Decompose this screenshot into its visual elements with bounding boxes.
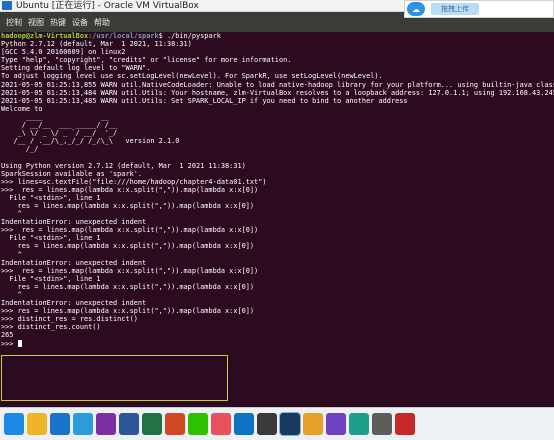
paint-icon[interactable]: [211, 413, 231, 435]
terminal-line: Python 2.7.12 (default, Mar 1 2021, 11:3…: [1, 40, 192, 49]
terminal-line: File "<stdin>", line 1: [1, 274, 101, 283]
terminal-line: _\ \/ _ \/ _ `/ __/ '_/: [1, 129, 118, 138]
terminal-prompt-line: hadoop@zlm-VirtualBox:/usr/local/spark$ …: [1, 32, 554, 40]
terminal-line: res = lines.map(lambda x:x.split(",")).m…: [1, 282, 255, 291]
powerpoint-icon[interactable]: [165, 413, 185, 435]
prompt-path: :/usr/local/spark: [88, 32, 159, 40]
highlight-annotation-box: [1, 355, 228, 401]
prompt-user-host: hadoop@zlm-VirtualBox: [1, 32, 89, 40]
virtualbox-icon[interactable]: [279, 412, 301, 436]
app-icon-14[interactable]: [303, 413, 323, 435]
app-icon-15[interactable]: [326, 413, 346, 435]
drag-upload-button[interactable]: 拖拽上传: [431, 3, 479, 15]
terminal-line: Setting default log level to "WARN".: [1, 64, 151, 73]
windows-taskbar: [0, 407, 554, 440]
terminal-line: /__ / .__/\_,_/_/ /_/\_\ version 2.1.0: [1, 137, 180, 146]
terminal-window[interactable]: hadoop@zlm-VirtualBox:/usr/local/spark$ …: [0, 32, 554, 407]
vscode-icon[interactable]: [234, 413, 254, 435]
terminal-line: >>> distinct_res = res.distinct(): [1, 315, 138, 324]
excel-icon[interactable]: [142, 413, 162, 435]
terminal-line: Using Python version 2.7.12 (default, Ma…: [1, 161, 246, 170]
terminal-line: ^: [1, 210, 22, 219]
prompt-command: $ ./bin/pyspark: [158, 32, 221, 40]
app-icon-18[interactable]: [395, 413, 415, 435]
terminal-line: ^: [1, 291, 22, 299]
terminal-line: 2021-05-05 01:25:13,484 WARN util.Utils:…: [1, 88, 554, 97]
menu-hotkey[interactable]: 热键: [50, 17, 66, 28]
app-icon-16[interactable]: [349, 413, 369, 435]
terminal-line: >>> lines=sc.textFile("file:///home/hado…: [1, 177, 267, 186]
terminal-line: File "<stdin>", line 1: [1, 234, 101, 243]
file-explorer-icon[interactable]: [27, 413, 47, 435]
terminal-line: 265: [1, 331, 14, 340]
onenote-icon[interactable]: [96, 413, 116, 435]
menu-list: 控制 视图 热键 设备 帮助: [6, 17, 110, 28]
edge-icon[interactable]: [50, 413, 70, 435]
terminal-line: IndentationError: unexpected indent: [1, 299, 147, 308]
menu-help[interactable]: 帮助: [94, 17, 110, 28]
terminal-line: / __/__ ___ _____/ /__: [1, 121, 118, 130]
terminal-line: >>>: [1, 339, 554, 348]
terminal-line: 2021-05-05 01:25:13,855 WARN util.Native…: [1, 80, 554, 89]
virtualbox-icon: [2, 1, 12, 10]
terminal-line: >>> res = lines.map(lambda x:x.split(","…: [1, 307, 255, 316]
terminal-line: ^: [1, 250, 22, 259]
terminal-icon[interactable]: [257, 413, 277, 435]
window-title: Ubuntu [正在运行] - Oracle VM VirtualBox: [16, 0, 199, 11]
terminal-line: IndentationError: unexpected indent: [1, 258, 147, 267]
terminal-output: Python 2.7.12 (default, Mar 1 2021, 11:3…: [1, 40, 554, 348]
terminal-line: /_/: [1, 145, 39, 154]
terminal-line: >>> res = lines.map(lambda x:x.split(","…: [1, 266, 259, 275]
terminal-line: >>> distinct_res.count(): [1, 323, 101, 332]
terminal-line: ____ __: [1, 112, 109, 121]
cloud-icon[interactable]: ☁: [407, 2, 425, 16]
terminal-line: >>> res = lines.map(lambda x:x.split(","…: [1, 185, 259, 194]
menu-view[interactable]: 视图: [28, 17, 44, 28]
terminal-line: SparkSession available as 'spark'.: [1, 169, 143, 178]
terminal-line: res = lines.map(lambda x:x.split(",")).m…: [1, 242, 255, 251]
app-icon-17[interactable]: [372, 413, 392, 435]
terminal-line: Type "help", "copyright", "credits" or "…: [1, 56, 292, 65]
word-icon[interactable]: [119, 413, 139, 435]
terminal-line: File "<stdin>", line 1: [1, 193, 101, 202]
menu-devices[interactable]: 设备: [72, 17, 88, 28]
upload-widget: ☁ 拖拽上传: [404, 0, 554, 18]
terminal-line: [GCC 5.4.0 20160609] on linux2: [1, 48, 126, 57]
terminal-line: >>> res = lines.map(lambda x:x.split(","…: [1, 226, 259, 235]
terminal-line: res = lines.map(lambda x:x.split(",")).m…: [1, 201, 255, 210]
terminal-line: IndentationError: unexpected indent: [1, 218, 147, 227]
terminal-line: To adjust logging level use sc.setLogLev…: [1, 72, 383, 81]
wechat-icon[interactable]: [188, 413, 208, 435]
menu-control[interactable]: 控制: [6, 17, 22, 28]
terminal-line: Welcome to: [1, 104, 43, 113]
qq-browser-icon[interactable]: [73, 413, 93, 435]
terminal-line: 2021-05-05 01:25:13,485 WARN util.Utils:…: [1, 96, 408, 105]
terminal-cursor: [17, 339, 22, 347]
start-icon[interactable]: [4, 413, 24, 435]
